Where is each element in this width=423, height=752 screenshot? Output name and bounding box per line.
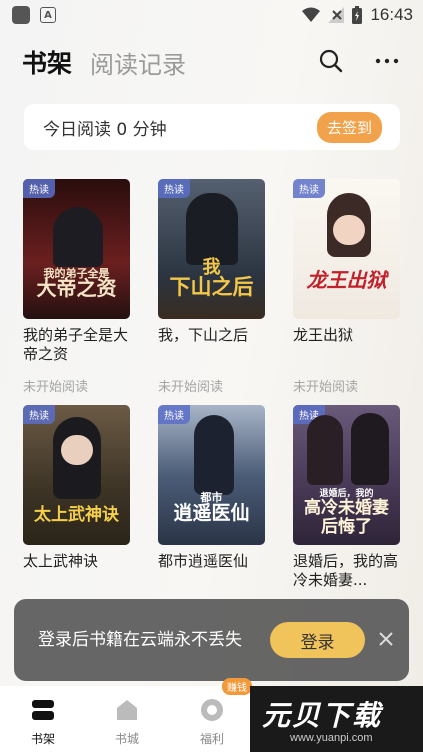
status-left: A bbox=[12, 6, 56, 24]
cover-face bbox=[61, 435, 93, 465]
book-item[interactable]: 热读 都市 逍遥医仙 都市逍遥医仙 bbox=[158, 405, 266, 590]
toast-text: 登录后书籍在云端永不丢失 bbox=[38, 629, 242, 650]
cover-title: 高冷未婚妻后悔了 bbox=[304, 498, 389, 537]
book-item[interactable]: 热读 退婚后，我的 高冷未婚妻后悔了 退婚后，我的高冷未婚妻... bbox=[293, 405, 401, 590]
login-toast: 登录后书籍在云端永不丢失 登录 bbox=[14, 599, 409, 681]
hot-badge: 热读 bbox=[158, 179, 190, 198]
app-notification-icon bbox=[12, 6, 30, 24]
today-reading-text: 今日阅读 0 分钟 bbox=[43, 119, 167, 140]
battery-icon bbox=[352, 6, 363, 24]
hot-badge: 热读 bbox=[23, 405, 55, 424]
checkin-button[interactable]: 去签到 bbox=[316, 111, 382, 143]
bookstore-icon bbox=[117, 700, 137, 720]
nav-bookstore-label: 书城 bbox=[114, 732, 139, 746]
search-button[interactable] bbox=[316, 46, 346, 76]
search-icon bbox=[319, 49, 343, 73]
book-title: 龙王出狱 bbox=[293, 326, 354, 344]
book-title: 太上武神诀 bbox=[23, 552, 99, 570]
book-status: 未开始阅读 bbox=[158, 380, 224, 395]
watermark-logo: 元贝下载 bbox=[262, 699, 383, 732]
cover-title: 太上武神诀 bbox=[34, 505, 119, 525]
nav-welfare-label: 福利 bbox=[199, 732, 224, 746]
cover-figure-right bbox=[351, 413, 389, 485]
cover-face bbox=[333, 215, 365, 245]
close-icon bbox=[379, 631, 393, 646]
a-notification-icon: A bbox=[40, 7, 56, 23]
nav-bookshelf-label: 书架 bbox=[30, 732, 55, 746]
watermark: 元贝下载 www.yuanpi.com bbox=[250, 686, 423, 752]
status-right: 16:43 bbox=[302, 5, 413, 25]
more-button[interactable] bbox=[372, 46, 402, 76]
earn-badge: 赚钱 bbox=[222, 678, 252, 695]
cover-figure bbox=[53, 207, 103, 267]
nav-bookshelf[interactable]: 书架 bbox=[13, 698, 73, 747]
watermark-url: www.yuanpi.com bbox=[290, 732, 373, 744]
book-title: 退婚后，我的高冷未婚妻... bbox=[293, 552, 399, 589]
book-cover[interactable]: 热读 我 下山之后 bbox=[158, 179, 265, 319]
close-toast-button[interactable] bbox=[379, 630, 393, 651]
book-cover[interactable]: 热读 太上武神诀 bbox=[23, 405, 130, 545]
book-item[interactable]: 热读 龙王出狱 龙王出狱 未开始阅读 bbox=[293, 179, 401, 395]
book-status: 未开始阅读 bbox=[23, 380, 89, 395]
book-title: 我的弟子全是大帝之资 bbox=[23, 326, 129, 363]
book-item[interactable]: 热读 我的弟子全是 大帝之资 我的弟子全是大帝之资 未开始阅读 bbox=[23, 179, 131, 395]
signal-icon bbox=[328, 7, 345, 23]
cover-title: 逍遥医仙 bbox=[173, 502, 250, 524]
book-cover[interactable]: 热读 我的弟子全是 大帝之资 bbox=[23, 179, 130, 319]
clock: 16:43 bbox=[370, 5, 413, 24]
today-reading-bar: 今日阅读 0 分钟 去签到 bbox=[24, 104, 400, 150]
book-item[interactable]: 热读 我 下山之后 我，下山之后 未开始阅读 bbox=[158, 179, 266, 395]
hot-badge: 热读 bbox=[23, 179, 55, 198]
nav-welfare[interactable]: 福利 bbox=[182, 698, 242, 747]
cover-title: 下山之后 bbox=[169, 274, 254, 299]
cover-figure bbox=[194, 415, 234, 495]
status-bar: A 16:43 bbox=[0, 0, 423, 30]
cover-title: 龙王出狱 bbox=[306, 268, 387, 292]
book-cover[interactable]: 热读 龙王出狱 bbox=[293, 179, 400, 319]
book-title: 我，下山之后 bbox=[158, 326, 249, 344]
bookshelf-icon bbox=[32, 700, 54, 720]
welfare-icon bbox=[201, 699, 223, 721]
book-cover[interactable]: 热读 退婚后，我的 高冷未婚妻后悔了 bbox=[293, 405, 400, 545]
tab-bookshelf[interactable]: 书架 bbox=[22, 44, 72, 80]
more-icon bbox=[375, 58, 399, 64]
book-title: 都市逍遥医仙 bbox=[158, 552, 249, 570]
wifi-icon bbox=[302, 7, 321, 22]
nav-bookstore[interactable]: 书城 bbox=[97, 698, 157, 747]
login-button[interactable]: 登录 bbox=[270, 622, 365, 658]
book-status: 未开始阅读 bbox=[293, 380, 359, 395]
cover-figure-left bbox=[307, 415, 343, 485]
header-actions bbox=[316, 46, 402, 76]
book-item[interactable]: 热读 太上武神诀 太上武神诀 bbox=[23, 405, 131, 590]
tab-reading-history[interactable]: 阅读记录 bbox=[90, 45, 186, 80]
cover-title: 大帝之资 bbox=[36, 276, 117, 300]
hot-badge: 热读 bbox=[293, 179, 325, 198]
header: 书架 阅读记录 bbox=[22, 42, 402, 82]
hot-badge: 热读 bbox=[158, 405, 190, 424]
book-cover[interactable]: 热读 都市 逍遥医仙 bbox=[158, 405, 265, 545]
